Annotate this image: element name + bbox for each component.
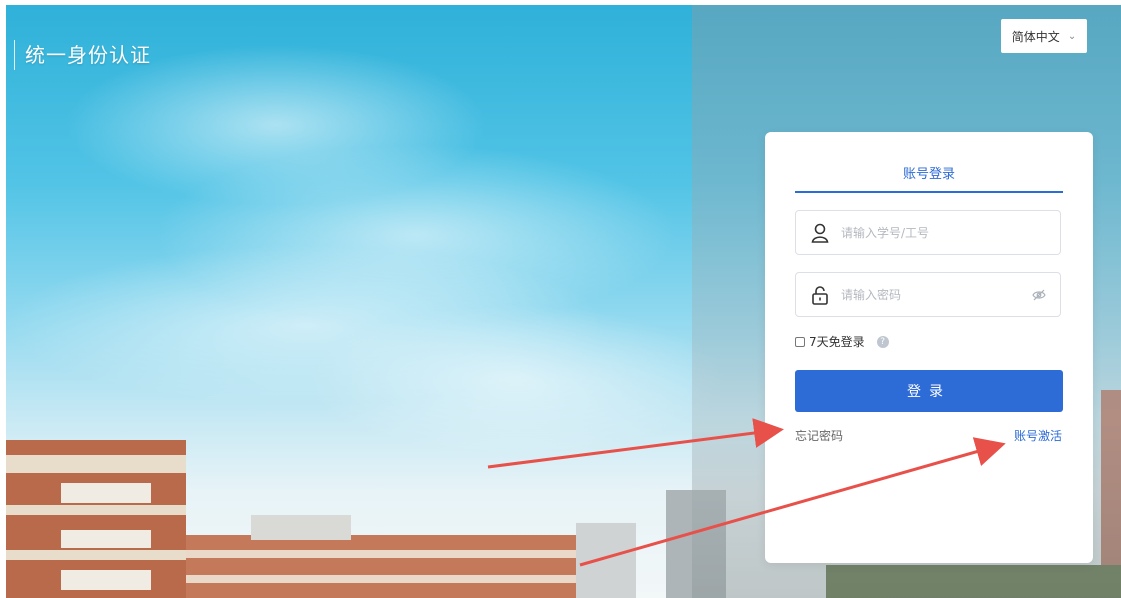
- activate-account-link[interactable]: 账号激活: [1014, 427, 1062, 444]
- help-icon[interactable]: ?: [876, 335, 889, 348]
- remember-checkbox[interactable]: [795, 336, 805, 347]
- remember-label: 7天免登录: [809, 335, 865, 349]
- language-select[interactable]: 简体中文 ⌄: [1001, 19, 1087, 53]
- login-card: 账号登录 7天免登录 ?: [765, 132, 1093, 563]
- chevron-down-icon: ⌄: [1067, 30, 1077, 42]
- password-field[interactable]: [795, 272, 1061, 317]
- password-input[interactable]: [839, 286, 1030, 303]
- lock-icon: [809, 284, 831, 306]
- language-label: 简体中文: [1011, 29, 1060, 44]
- tab-account-login[interactable]: 账号登录: [795, 165, 1063, 193]
- login-button[interactable]: 登录: [795, 370, 1063, 412]
- remember-me: 7天免登录 ?: [795, 333, 889, 350]
- username-field[interactable]: [795, 210, 1061, 255]
- username-input[interactable]: [839, 224, 1060, 241]
- user-icon: [809, 222, 831, 244]
- forgot-password-link[interactable]: 忘记密码: [795, 427, 843, 444]
- brand-title: 统一身份认证: [14, 40, 151, 70]
- eye-off-icon[interactable]: [1030, 286, 1048, 304]
